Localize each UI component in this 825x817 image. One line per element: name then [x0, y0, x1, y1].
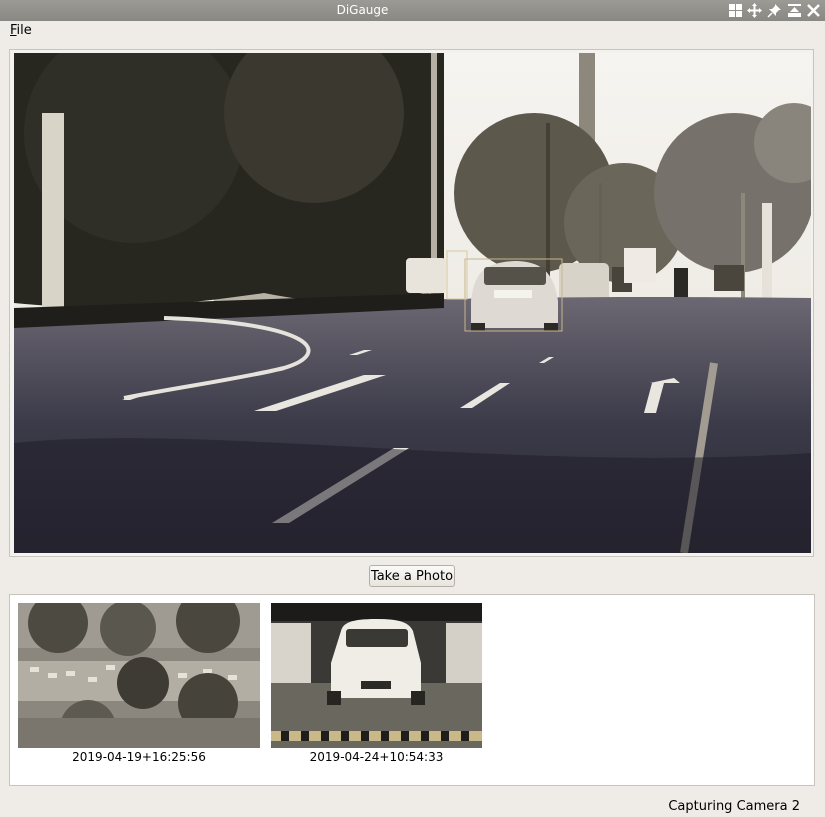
gallery-item[interactable]: 2019-04-19+16:25:56 [18, 603, 260, 764]
menu-file[interactable]: File [10, 23, 32, 38]
camera-view-panel [9, 49, 814, 557]
gallery-timestamp: 2019-04-24+10:54:33 [309, 750, 444, 764]
tile-icon[interactable] [727, 2, 744, 19]
photo-gallery: 2019-04-19+16:25:56 2019-04-24+10:54:33 [9, 594, 815, 786]
close-icon[interactable] [805, 2, 822, 19]
gallery-thumbnail [18, 603, 260, 748]
gallery-timestamp: 2019-04-19+16:25:56 [72, 750, 206, 764]
status-text: Capturing Camera 2 [668, 799, 800, 814]
camera-feed-image [14, 53, 811, 553]
gallery-thumbnail [271, 603, 482, 748]
window-title: DiGauge [336, 3, 389, 17]
pin-icon[interactable] [766, 2, 783, 19]
take-photo-button[interactable]: Take a Photo [369, 565, 455, 587]
move-icon[interactable] [746, 2, 763, 19]
gallery-item[interactable]: 2019-04-24+10:54:33 [271, 603, 482, 764]
maximize-icon[interactable] [786, 2, 803, 19]
title-bar: DiGauge [0, 0, 825, 21]
menu-bar: File [0, 21, 825, 41]
